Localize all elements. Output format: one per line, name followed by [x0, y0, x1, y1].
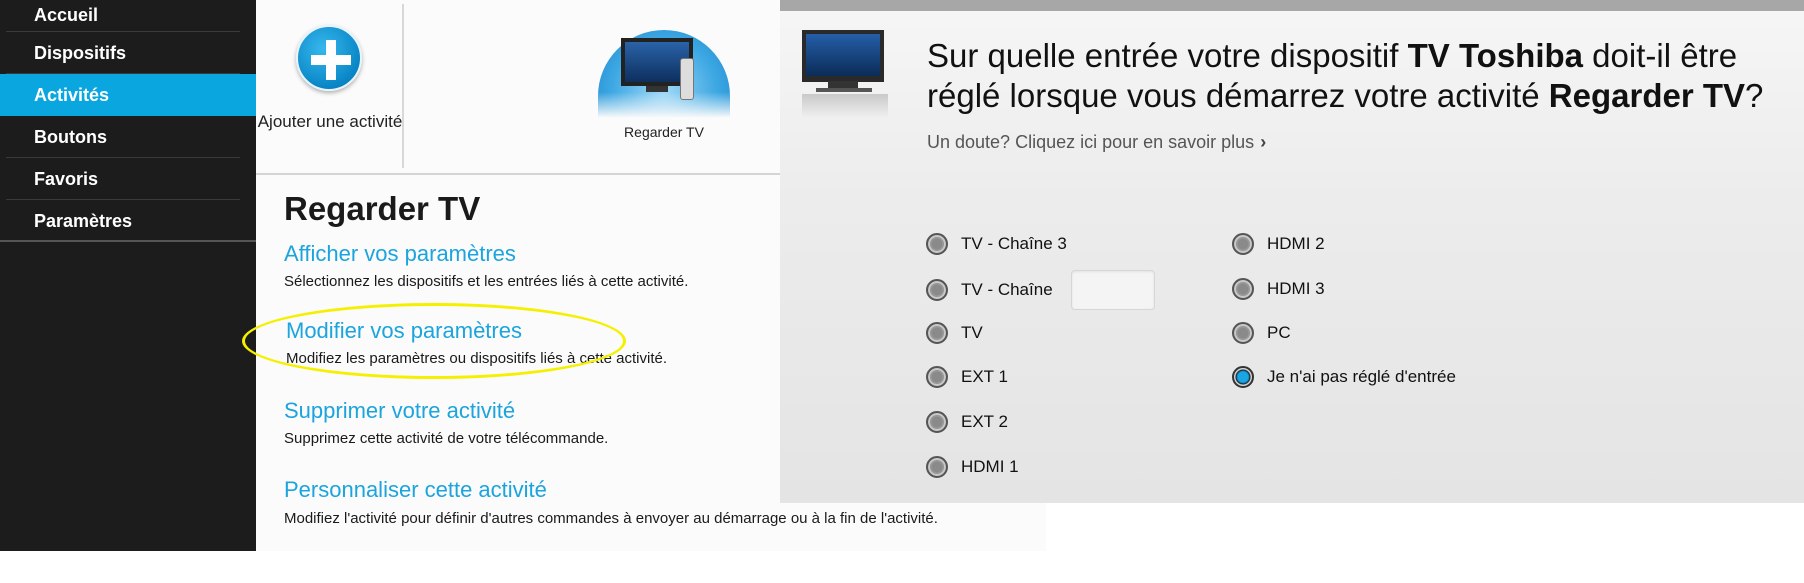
- radio-button[interactable]: [1232, 278, 1254, 300]
- sidebar-item-favoris[interactable]: Favoris: [0, 158, 256, 200]
- view-settings-link[interactable]: Afficher vos paramètres: [284, 241, 516, 267]
- sidebar-item-activites[interactable]: Activités: [0, 74, 256, 116]
- sidebar-item-label: Boutons: [34, 126, 107, 147]
- sidebar: Accueil Dispositifs Activités Boutons Fa…: [0, 0, 256, 551]
- input-option-hdmi-2[interactable]: HDMI 2: [1232, 233, 1325, 255]
- activity-panel: Ajouter une activité Regarder TV Regarde…: [256, 0, 780, 551]
- device-name: TV Toshiba: [1407, 37, 1584, 74]
- radio-button-selected[interactable]: [1232, 366, 1254, 388]
- delete-activity-desc: Supprimez cette activité de votre téléco…: [284, 430, 609, 447]
- input-option-label: HDMI 2: [1267, 234, 1325, 253]
- divider: [402, 4, 404, 168]
- channel-number-input[interactable]: [1070, 270, 1155, 310]
- activity-title: Regarder TV: [284, 190, 481, 227]
- input-option-label: TV - Chaîne: [961, 280, 1053, 299]
- sidebar-item-label: Favoris: [34, 168, 99, 189]
- input-option-tv[interactable]: TV: [926, 322, 983, 344]
- input-option-no-input[interactable]: Je n'ai pas réglé d'entrée: [1232, 366, 1456, 388]
- input-option-label: TV - Chaîne 3: [961, 234, 1067, 253]
- input-option-label: PC: [1267, 323, 1291, 342]
- input-question: Sur quelle entrée votre dispositif TV To…: [927, 36, 1787, 116]
- help-link[interactable]: Un doute? Cliquez ici pour en savoir plu…: [927, 132, 1266, 153]
- divider: [256, 173, 780, 175]
- sidebar-item-boutons[interactable]: Boutons: [0, 116, 256, 158]
- tv-base: [816, 88, 872, 92]
- radio-button[interactable]: [926, 366, 948, 388]
- panel-top-bar: [780, 0, 1804, 11]
- radio-button[interactable]: [1232, 322, 1254, 344]
- input-selection-panel: Sur quelle entrée votre dispositif TV To…: [780, 0, 1804, 503]
- input-option-label: TV: [961, 323, 983, 342]
- add-activity-button[interactable]: Ajouter une activité: [256, 0, 404, 172]
- customize-activity-desc: Modifiez l'activité pour définir d'autre…: [284, 510, 938, 527]
- input-option-ext-1[interactable]: EXT 1: [926, 366, 1008, 388]
- sidebar-item-label: Activités: [34, 84, 110, 105]
- sidebar-item-accueil[interactable]: Accueil: [0, 0, 256, 32]
- highlight-ellipse: [242, 303, 626, 379]
- radio-button[interactable]: [926, 233, 948, 255]
- tv-reflection: [802, 94, 888, 118]
- radio-button[interactable]: [926, 411, 948, 433]
- radio-button[interactable]: [926, 279, 948, 301]
- remote-icon: [680, 58, 694, 100]
- sidebar-item-parametres[interactable]: Paramètres: [0, 200, 256, 242]
- question-text: Sur quelle entrée votre dispositif: [927, 37, 1408, 74]
- input-option-tv-chaine-3[interactable]: TV - Chaîne 3: [926, 233, 1067, 255]
- chevron-right-icon: ›: [1260, 132, 1267, 152]
- sidebar-item-dispositifs[interactable]: Dispositifs: [0, 32, 256, 74]
- customize-activity-link[interactable]: Personnaliser cette activité: [284, 477, 547, 503]
- radio-button[interactable]: [1232, 233, 1254, 255]
- radio-button[interactable]: [926, 456, 948, 478]
- input-option-hdmi-1[interactable]: HDMI 1: [926, 456, 1019, 478]
- activity-name: Regarder TV: [1548, 77, 1746, 114]
- activity-tile-label: Regarder TV: [624, 124, 704, 140]
- input-option-label: Je n'ai pas réglé d'entrée: [1267, 367, 1456, 386]
- input-option-ext-2[interactable]: EXT 2: [926, 411, 1008, 433]
- plus-icon: [296, 25, 362, 91]
- add-activity-label: Ajouter une activité: [257, 112, 403, 131]
- input-option-label: HDMI 1: [961, 457, 1019, 476]
- sidebar-item-label: Accueil: [34, 5, 99, 25]
- input-option-label: EXT 1: [961, 367, 1008, 386]
- input-option-label: HDMI 3: [1267, 279, 1325, 298]
- tv-icon: [802, 30, 884, 82]
- input-option-tv-chaine[interactable]: TV - Chaîne: [926, 270, 1155, 310]
- question-mark: ?: [1745, 77, 1764, 114]
- sidebar-item-label: Dispositifs: [34, 42, 127, 63]
- view-settings-desc: Sélectionnez les dispositifs et les entr…: [284, 273, 689, 290]
- sidebar-item-label: Paramètres: [34, 210, 133, 231]
- input-option-hdmi-3[interactable]: HDMI 3: [1232, 278, 1325, 300]
- help-link-label: Un doute? Cliquez ici pour en savoir plu…: [927, 132, 1255, 152]
- input-option-pc[interactable]: PC: [1232, 322, 1291, 344]
- tv-stand: [828, 81, 858, 88]
- tv-stand: [646, 86, 668, 92]
- radio-button[interactable]: [926, 322, 948, 344]
- app-canvas: Accueil Dispositifs Activités Boutons Fa…: [0, 0, 1804, 583]
- input-option-label: EXT 2: [961, 412, 1008, 431]
- delete-activity-link[interactable]: Supprimer votre activité: [284, 398, 515, 424]
